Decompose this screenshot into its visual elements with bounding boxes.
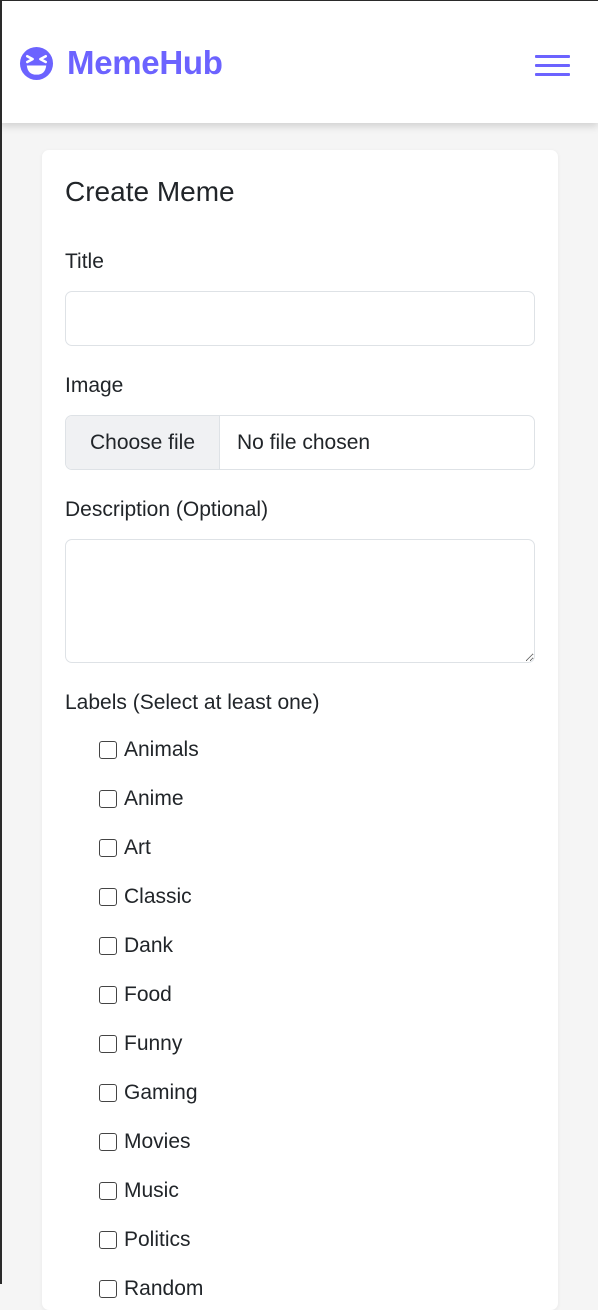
label-option[interactable]: Gaming [99, 1080, 198, 1106]
label-option-text: Food [124, 983, 172, 1006]
checkbox[interactable] [99, 1084, 117, 1102]
label-option-text: Music [124, 1179, 179, 1202]
image-file-input[interactable]: Choose file No file chosen [65, 415, 535, 470]
label-option-text: Funny [124, 1032, 183, 1055]
page-title: Create Meme [65, 176, 235, 207]
title-label: Title [65, 250, 104, 273]
label-option-text: Politics [124, 1228, 191, 1251]
label-option-text: Anime [124, 787, 184, 810]
checkbox[interactable] [99, 937, 117, 955]
label-option[interactable]: Animals [99, 737, 199, 763]
brand-name: MemeHub [67, 44, 223, 81]
checkbox[interactable] [99, 790, 117, 808]
checkbox[interactable] [99, 1280, 117, 1298]
checkbox[interactable] [99, 741, 117, 759]
create-meme-card: Create Meme Title Image Choose file No f… [42, 150, 558, 1310]
label-option[interactable]: Classic [99, 884, 192, 910]
label-option[interactable]: Dank [99, 933, 173, 959]
label-option-text: Movies [124, 1130, 191, 1153]
image-label: Image [65, 374, 124, 397]
hamburger-menu-button[interactable] [531, 51, 573, 79]
label-option[interactable]: Random [99, 1276, 203, 1302]
hamburger-menu-icon [535, 55, 570, 58]
file-status-text: No file chosen [237, 430, 371, 454]
label-option[interactable]: Music [99, 1178, 179, 1204]
label-option-text: Art [124, 836, 151, 859]
choose-file-button[interactable]: Choose file [66, 416, 220, 469]
labels-label: Labels (Select at least one) [65, 691, 320, 714]
navbar: MemeHub [0, 0, 598, 123]
description-textarea[interactable] [65, 539, 535, 663]
label-option-text: Gaming [124, 1081, 198, 1104]
checkbox[interactable] [99, 839, 117, 857]
checkbox[interactable] [99, 1133, 117, 1151]
label-option[interactable]: Politics [99, 1227, 191, 1253]
grinning-squint-face-icon [19, 46, 54, 81]
checkbox[interactable] [99, 1182, 117, 1200]
checkbox[interactable] [99, 1035, 117, 1053]
label-option[interactable]: Movies [99, 1129, 191, 1155]
label-option-text: Classic [124, 885, 192, 908]
label-option-text: Dank [124, 934, 174, 957]
label-option[interactable]: Anime [99, 786, 184, 812]
brand-link[interactable]: MemeHub [19, 44, 223, 82]
title-input[interactable] [65, 291, 535, 346]
label-option[interactable]: Food [99, 982, 172, 1008]
checkbox[interactable] [99, 986, 117, 1004]
description-label: Description (Optional) [65, 498, 269, 521]
label-option[interactable]: Art [99, 835, 151, 861]
label-option-text: Random [124, 1277, 204, 1300]
checkbox[interactable] [99, 1231, 117, 1249]
checkbox[interactable] [99, 888, 117, 906]
label-option-text: Animals [124, 738, 199, 761]
label-option[interactable]: Funny [99, 1031, 182, 1057]
